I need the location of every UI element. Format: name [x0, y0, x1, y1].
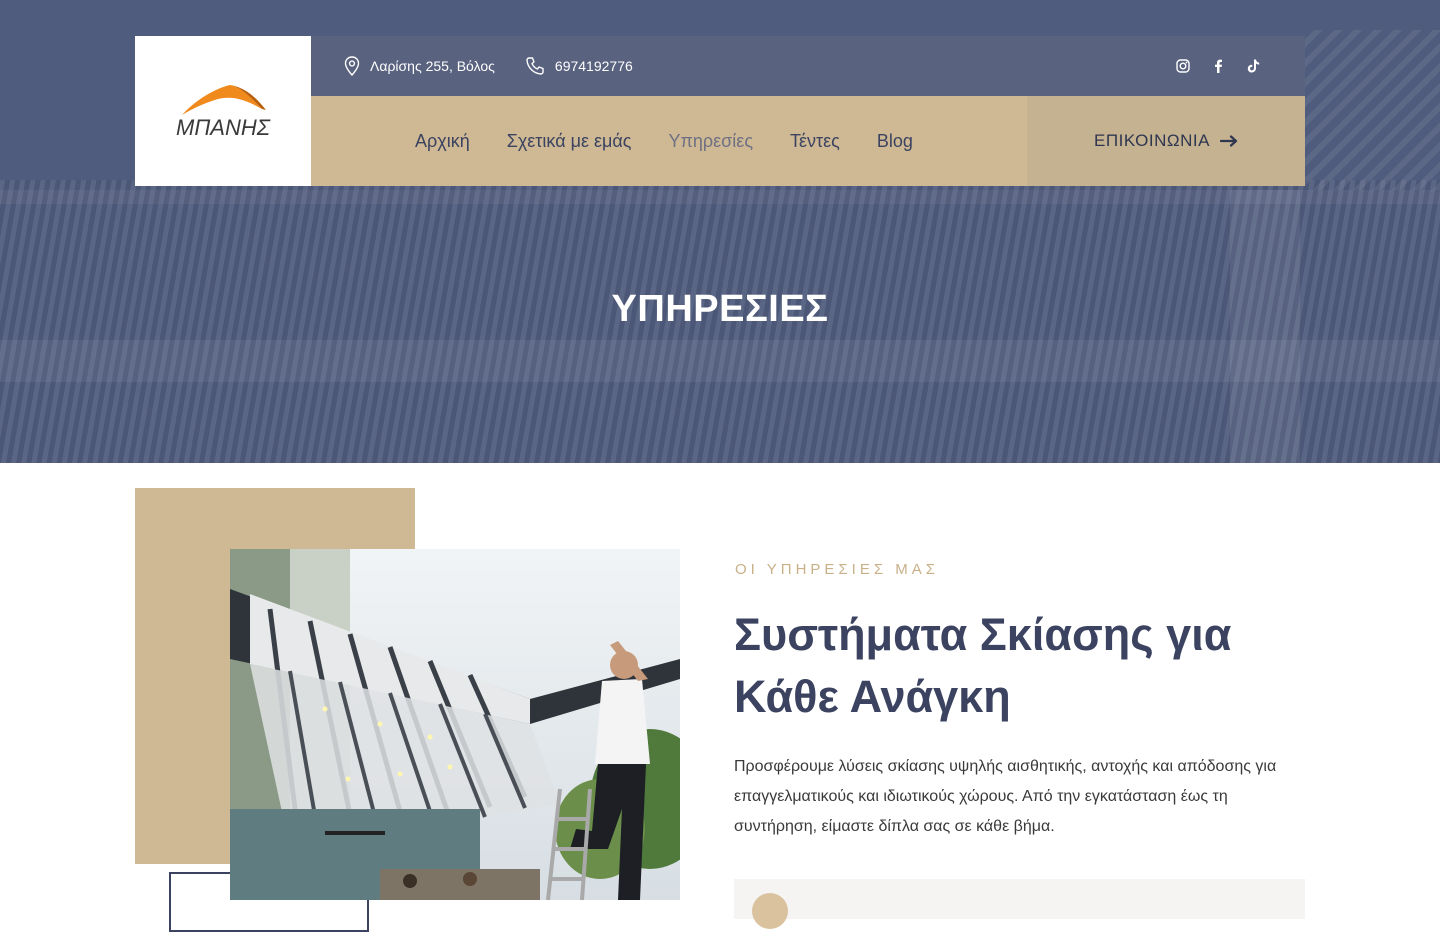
- main-nav: Αρχική Σχετικά με εμάς Υπηρεσίες Τέντες …: [311, 96, 1027, 186]
- page-title: ΥΠΗΡΕΣΙΕΣ: [611, 288, 829, 330]
- logo-mark: ΜΠΑΝΗΣ: [176, 85, 271, 140]
- hero-beam: [0, 340, 1440, 382]
- phone-item[interactable]: 6974192776: [525, 56, 633, 76]
- logo-wordmark: ΜΠΑΝΗΣ: [176, 115, 271, 140]
- service-photo: [230, 549, 680, 900]
- logo[interactable]: ΜΠΑΝΗΣ: [135, 36, 311, 186]
- feature-card: [734, 879, 1305, 929]
- nav-item-about[interactable]: Σχετικά με εμάς: [507, 131, 632, 152]
- phone-icon: [526, 57, 544, 75]
- tiktok-icon[interactable]: [1246, 59, 1260, 73]
- address-text: Λαρίσης 255, Βόλος: [370, 58, 495, 74]
- section-heading: Συστήματα Σκίασης για Κάθε Ανάγκη: [734, 609, 1232, 722]
- feature-icon-circle: [752, 893, 788, 929]
- top-info-bar: Λαρίσης 255, Βόλος 6974192776: [311, 36, 1305, 96]
- section-eyebrow: ΟΙ ΥΠΗΡΕΣΙΕΣ ΜΑΣ: [735, 561, 940, 578]
- contact-button-label: ΕΠΙΚΟΙΝΩΝΙΑ: [1094, 131, 1210, 150]
- nav-item-services[interactable]: Υπηρεσίες: [668, 131, 753, 152]
- facebook-icon[interactable]: [1211, 59, 1225, 73]
- contact-button[interactable]: ΕΠΙΚΟΙΝΩΝΙΑ: [1027, 96, 1305, 186]
- nav-item-home[interactable]: Αρχική: [415, 131, 470, 152]
- instagram-icon[interactable]: [1176, 59, 1190, 73]
- map-pin-icon: [344, 56, 360, 76]
- hero-beam: [0, 190, 1440, 204]
- nav-item-awnings[interactable]: Τέντες: [790, 131, 840, 152]
- social-links: [1176, 36, 1260, 96]
- nav-item-blog[interactable]: Blog: [877, 131, 913, 152]
- section-description: Προσφέρουμε λύσεις σκίασης υψηλής αισθητ…: [734, 758, 1277, 835]
- phone-text: 6974192776: [554, 58, 633, 74]
- arrow-right-icon: [1219, 135, 1238, 147]
- hero-roof-detail: [1305, 30, 1440, 190]
- address-item[interactable]: Λαρίσης 255, Βόλος: [344, 56, 495, 76]
